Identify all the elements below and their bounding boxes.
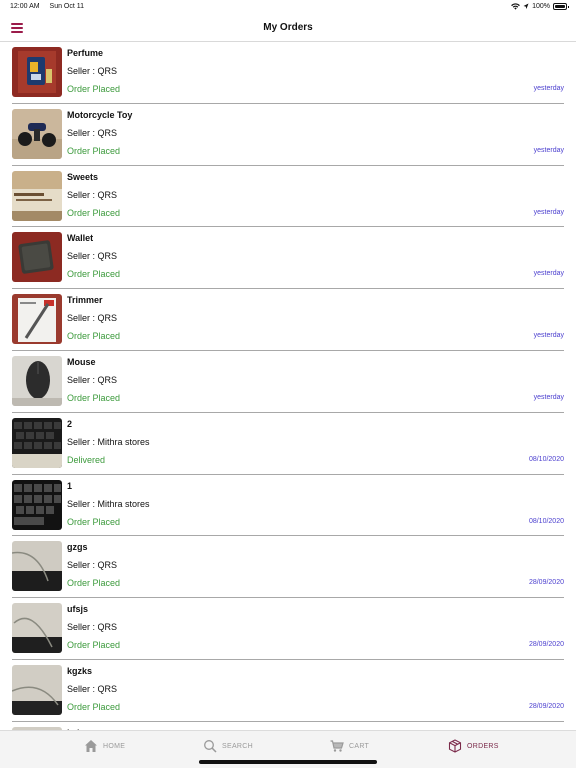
order-date: 28/09/2020 [528, 579, 564, 587]
product-thumbnail [12, 108, 62, 159]
location-arrow-icon [523, 3, 529, 9]
order-seller: Seller : QRS [67, 374, 118, 385]
order-seller: Seller : QRS [67, 251, 118, 262]
order-seller: Seller : QRS [67, 313, 118, 324]
order-name: gzgs [67, 542, 88, 553]
order-seller: Seller : QRS [67, 683, 118, 694]
wifi-icon [511, 3, 520, 10]
product-thumbnail [12, 417, 62, 468]
order-date: yesterday [533, 270, 564, 278]
order-name: Sweets [67, 171, 99, 182]
order-seller: Seller : QRS [67, 189, 118, 200]
status-date: Sun Oct 11 [49, 3, 85, 10]
order-name: Motorcycle Toy [67, 109, 133, 120]
order-name: Perfume [67, 48, 104, 58]
order-status: Order Placed [67, 269, 121, 280]
tab-label: CART [349, 742, 370, 750]
order-name: kgzks [67, 665, 93, 676]
order-item-sweets[interactable]: Sweets Seller : QRS Order Placed yesterd… [12, 166, 564, 228]
order-item-perfume[interactable]: Perfume Seller : QRS Order Placed yester… [12, 42, 564, 104]
tab-label: ORDERS [467, 742, 499, 750]
status-bar: 12:00 AM Sun Oct 11 100% [0, 0, 576, 14]
order-date: yesterday [533, 208, 564, 216]
home-icon [85, 740, 97, 752]
order-item-mouse[interactable]: Mouse Seller : QRS Order Placed yesterda… [12, 351, 564, 413]
order-item-wallet[interactable]: Wallet Seller : QRS Order Placed yesterd… [12, 227, 564, 290]
order-item-2[interactable]: 2 Seller : Mithra stores Delivered 08/10… [12, 413, 564, 475]
order-date: 28/09/2020 [528, 702, 564, 710]
status-time: 12:00 AM [10, 3, 40, 10]
tab-cart[interactable]: CART [330, 739, 369, 753]
order-seller: Seller : QRS [67, 622, 118, 633]
order-name: Mouse [67, 356, 96, 367]
order-date: yesterday [533, 85, 564, 92]
order-name: ufsjs [67, 604, 89, 615]
order-status: Order Placed [67, 392, 121, 403]
tab-orders[interactable]: ORDERS [448, 739, 499, 753]
home-indicator[interactable] [199, 760, 377, 764]
order-status: Order Placed [67, 145, 121, 156]
product-thumbnail [12, 294, 62, 345]
order-seller: Seller : QRS [67, 560, 118, 571]
cart-icon [330, 740, 344, 752]
product-thumbnail [12, 232, 62, 283]
product-thumbnail [12, 355, 62, 406]
order-name: Trimmer [67, 295, 103, 306]
order-item-kgzks[interactable]: kgzks Seller : QRS Order Placed 28/09/20… [12, 660, 564, 722]
order-item-motorcycle-toy[interactable]: Motorcycle Toy Seller : QRS Order Placed… [12, 104, 564, 166]
search-icon [204, 740, 217, 753]
navigation-bar: My Orders [0, 14, 576, 42]
order-status: Order Placed [67, 516, 121, 527]
order-status: Order Placed [67, 207, 121, 218]
tab-search[interactable]: SEARCH [203, 739, 253, 753]
box-icon [448, 739, 462, 753]
order-item-lzdz[interactable]: lzdz [12, 722, 564, 730]
order-name: 1 [67, 480, 73, 491]
order-list[interactable]: Perfume Seller : QRS Order Placed yester… [0, 42, 576, 730]
order-item-trimmer[interactable]: Trimmer Seller : QRS Order Placed yester… [12, 289, 564, 351]
product-thumbnail [12, 541, 62, 592]
order-item-1[interactable]: 1 Seller : Mithra stores Order Placed 08… [12, 475, 564, 537]
order-date: yesterday [533, 393, 564, 401]
order-status: Order Placed [67, 331, 121, 342]
order-date: 08/10/2020 [528, 517, 564, 525]
product-thumbnail [12, 603, 62, 654]
order-status: Order Placed [67, 578, 121, 589]
tab-home[interactable]: HOME [84, 739, 125, 753]
page-title: My Orders [263, 22, 313, 33]
order-date: yesterday [533, 146, 564, 154]
tab-label: SEARCH [222, 742, 253, 750]
order-seller: Seller : QRS [67, 127, 118, 138]
order-name: Wallet [67, 233, 94, 244]
order-item-ufsjs[interactable]: ufsjs Seller : QRS Order Placed 28/09/20… [12, 598, 564, 660]
battery-icon [553, 3, 569, 10]
tab-label: HOME [103, 742, 126, 750]
order-status: Delivered [67, 454, 106, 465]
order-date: 08/10/2020 [528, 455, 564, 463]
order-status: Order Placed [67, 640, 121, 651]
product-thumbnail [12, 664, 62, 715]
order-seller: Seller : QRS [67, 66, 118, 76]
order-seller: Seller : Mithra stores [67, 436, 150, 447]
battery-percent: 100% [532, 3, 550, 10]
product-thumbnail [12, 479, 62, 530]
order-item-gzgs[interactable]: gzgs Seller : QRS Order Placed 28/09/202… [12, 536, 564, 599]
order-status: Order Placed [67, 84, 121, 94]
order-date: yesterday [533, 332, 564, 340]
order-name: 2 [67, 418, 73, 429]
product-thumbnail [12, 47, 62, 97]
product-thumbnail [12, 170, 62, 221]
order-status: Order Placed [67, 701, 121, 712]
order-seller: Seller : Mithra stores [67, 498, 150, 509]
order-date: 28/09/2020 [528, 641, 564, 649]
